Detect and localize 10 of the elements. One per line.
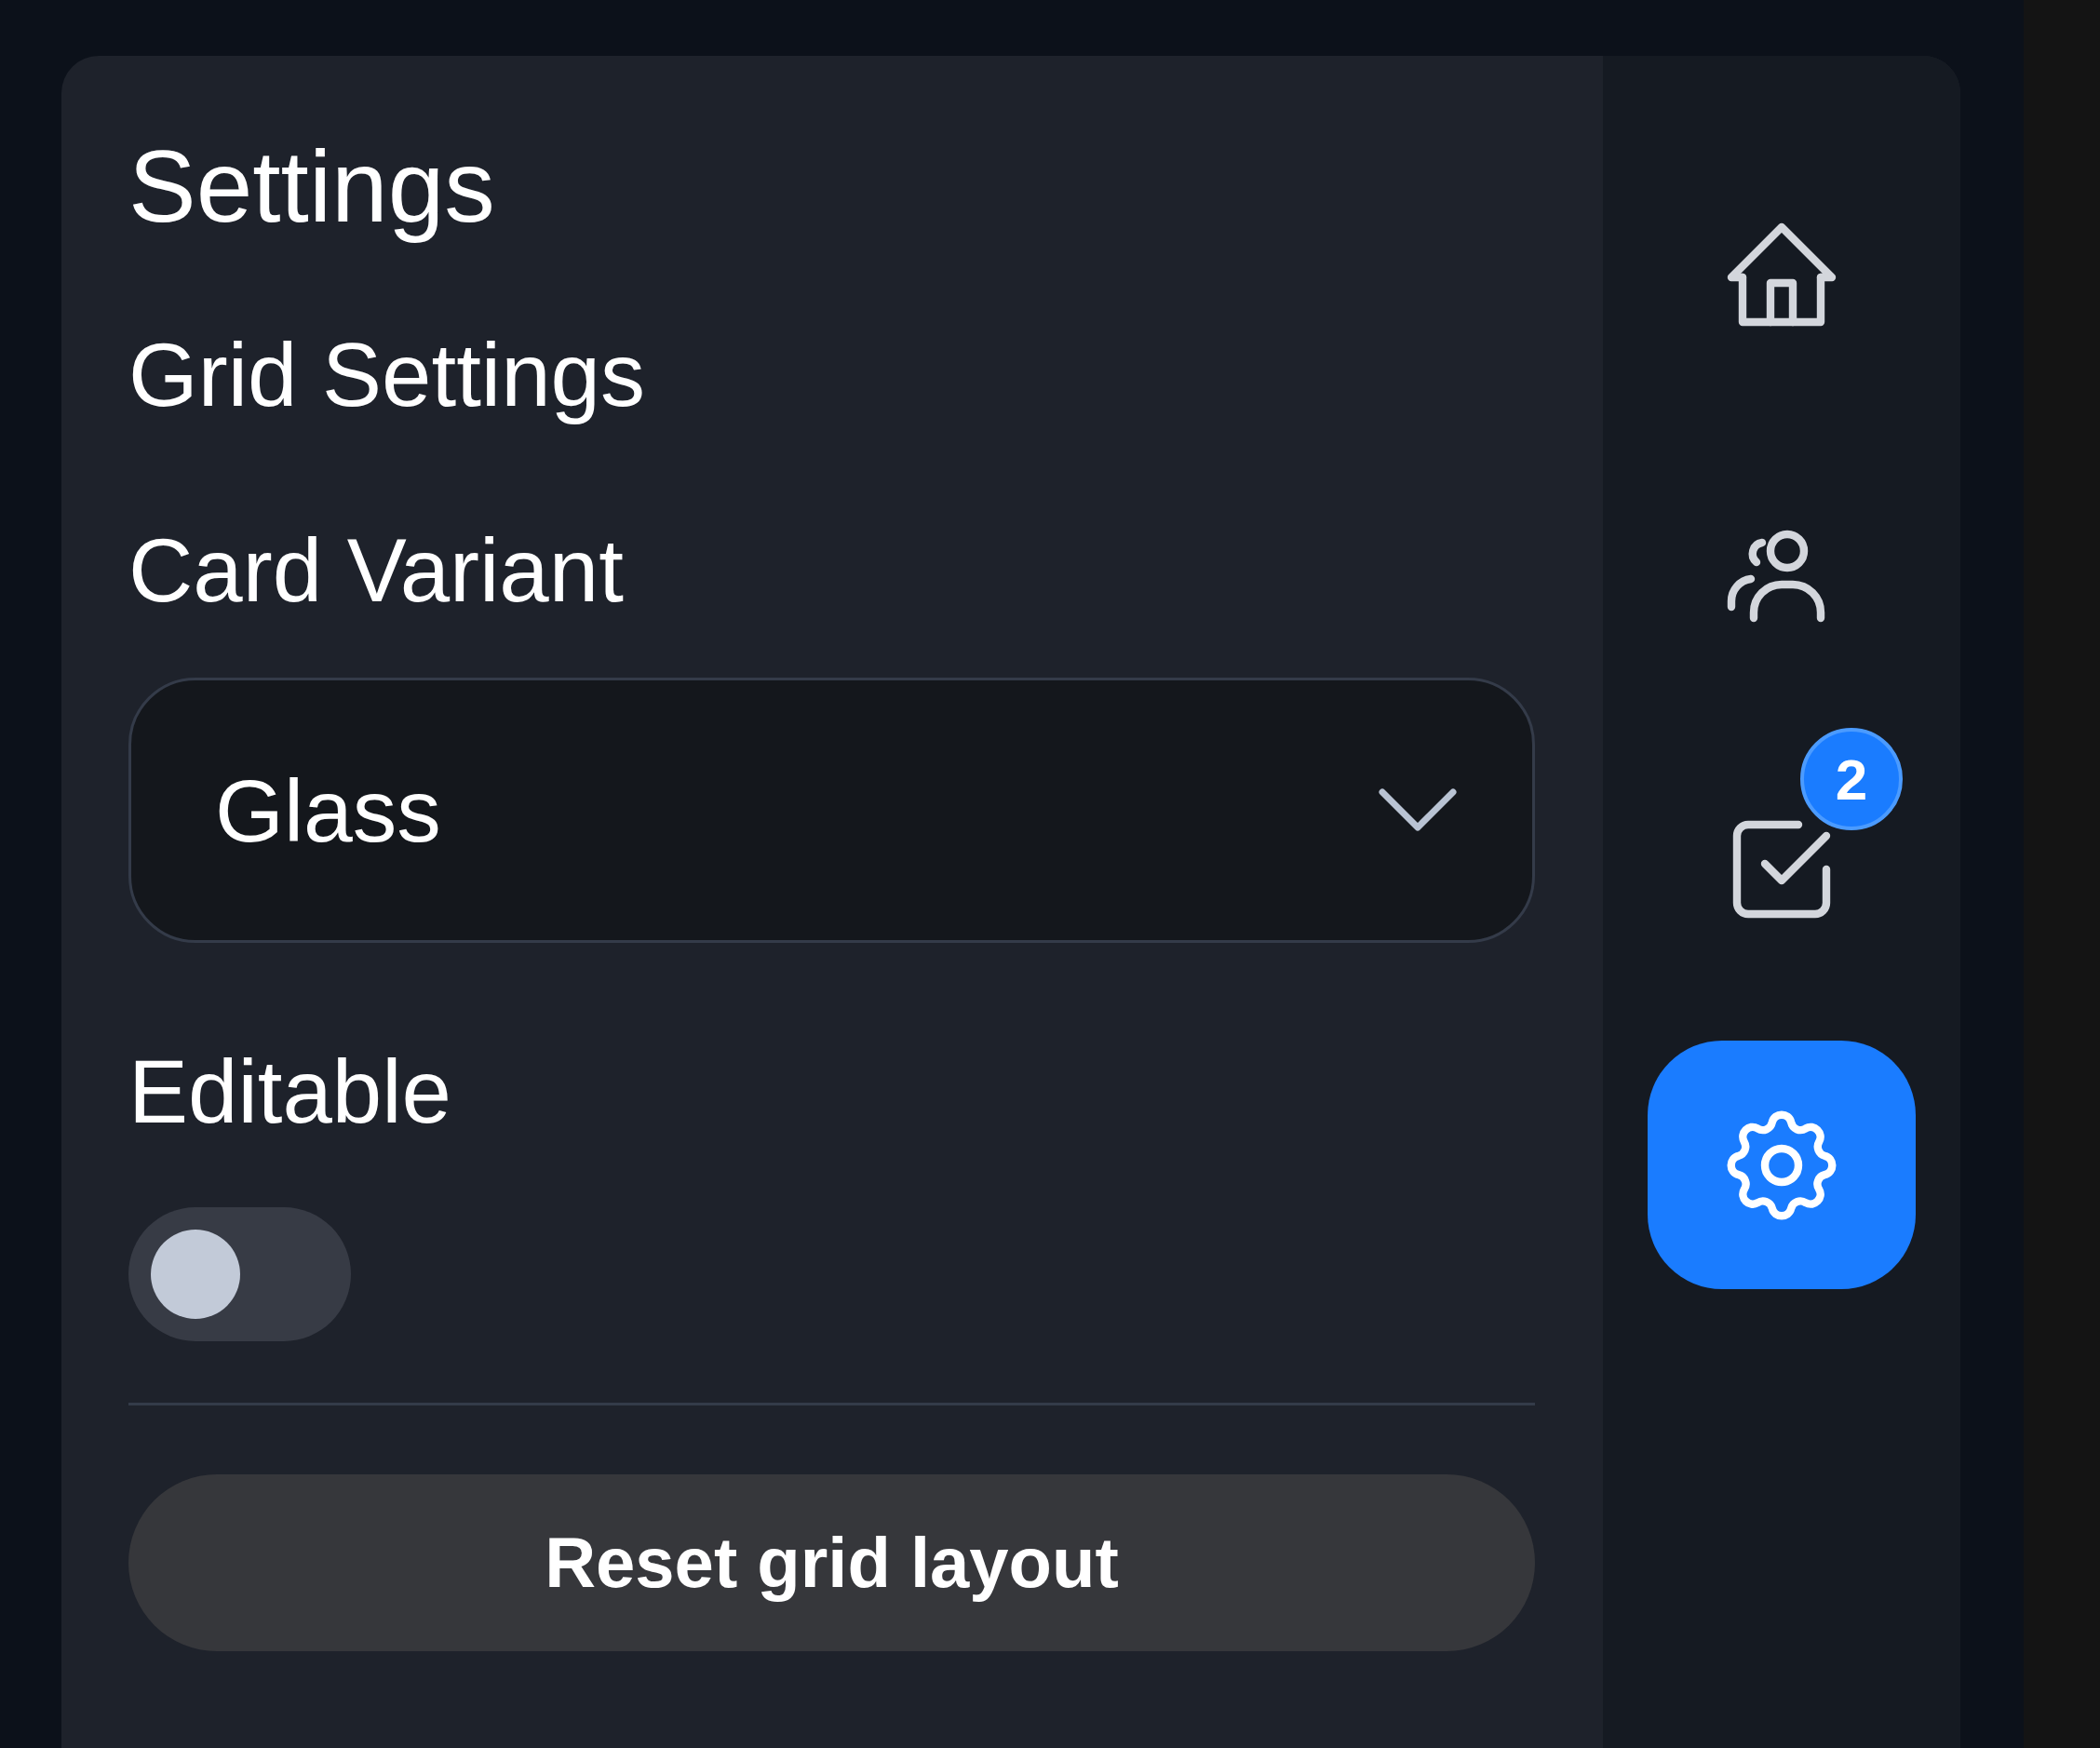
chevron-down-icon bbox=[1378, 787, 1458, 834]
notification-badge: 2 bbox=[1800, 728, 1903, 830]
field-label: Card Variant bbox=[128, 519, 625, 623]
field-label: Editable bbox=[128, 1041, 452, 1144]
settings-icon bbox=[1726, 1109, 1838, 1221]
reset-button[interactable]: Reset grid layout bbox=[128, 1474, 1535, 1652]
card-variant-select[interactable]: Glass bbox=[128, 678, 1535, 944]
section-heading: Grid Settings bbox=[128, 324, 646, 427]
nav-button[interactable] bbox=[1648, 1041, 1916, 1289]
settings-title: Settings bbox=[128, 128, 496, 245]
